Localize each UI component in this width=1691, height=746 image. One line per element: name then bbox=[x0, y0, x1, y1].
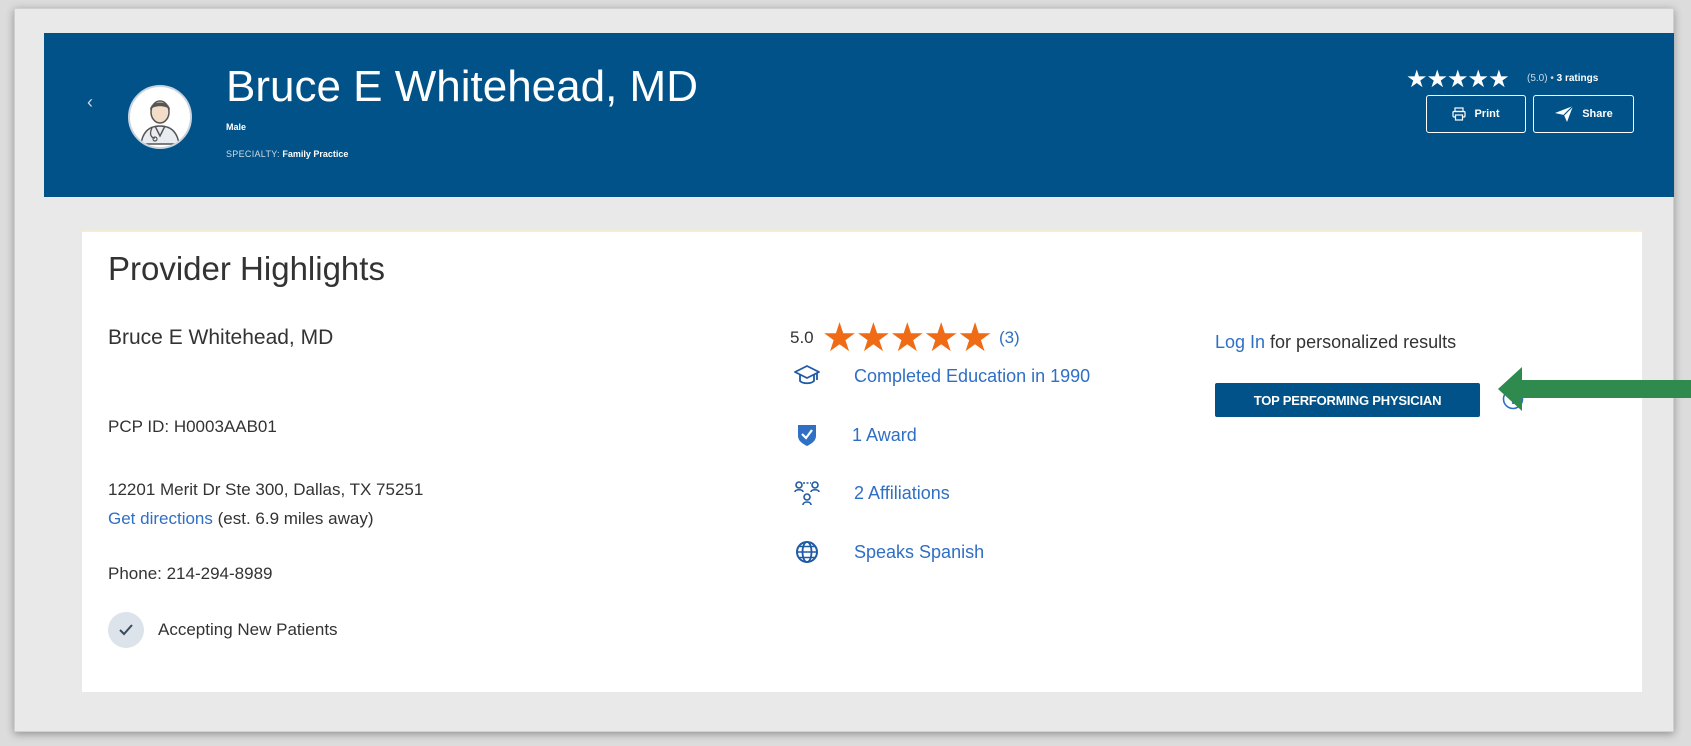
header-rating-summary: (5.0) • 3 ratings bbox=[1527, 73, 1598, 84]
pcp-id: PCP ID: H0003AAB01 bbox=[108, 417, 277, 436]
send-icon bbox=[1555, 105, 1574, 122]
provider-gender: Male bbox=[226, 122, 247, 132]
provider-avatar bbox=[128, 85, 192, 149]
login-prompt-text: for personalized results bbox=[1265, 332, 1457, 352]
provider-name-heading: Bruce E Whitehead, MD bbox=[226, 62, 698, 111]
rating-score: 5.0 bbox=[790, 328, 814, 347]
highlight-award: 1 Award bbox=[790, 418, 917, 452]
printer-icon bbox=[1452, 107, 1467, 121]
get-directions-link[interactable]: Get directions bbox=[108, 509, 213, 528]
header-rating-value: (5.0) • bbox=[1527, 73, 1554, 84]
rating-row: 5.0 ★★★★★ (3) bbox=[790, 318, 1020, 358]
check-circle-icon bbox=[108, 612, 144, 648]
doctor-name: Bruce E Whitehead, MD bbox=[108, 326, 334, 349]
education-text[interactable]: Completed Education in 1990 bbox=[854, 366, 1090, 387]
highlight-education: Completed Education in 1990 bbox=[790, 359, 1090, 393]
language-text[interactable]: Speaks Spanish bbox=[854, 542, 984, 563]
specialty-value: Family Practice bbox=[282, 149, 349, 159]
affiliations-text[interactable]: 2 Affiliations bbox=[854, 483, 950, 504]
affiliations-icon bbox=[790, 476, 824, 510]
award-shield-icon bbox=[790, 418, 824, 452]
print-button[interactable]: Print bbox=[1426, 95, 1526, 133]
office-address: 12201 Merit Dr Ste 300, Dallas, TX 75251 bbox=[108, 480, 424, 499]
card-title: Provider Highlights bbox=[108, 250, 385, 287]
print-label: Print bbox=[1474, 108, 1500, 120]
header-rating-count[interactable]: 3 ratings bbox=[1557, 73, 1599, 84]
award-text[interactable]: 1 Award bbox=[852, 425, 917, 446]
top-performing-badge: TOP PERFORMING PHYSICIAN bbox=[1215, 383, 1480, 417]
login-prompt: Log In for personalized results bbox=[1215, 332, 1456, 353]
rating-stars: ★★★★★ bbox=[821, 316, 993, 360]
distance-text: (est. 6.9 miles away) bbox=[217, 509, 374, 528]
accepting-label: Accepting New Patients bbox=[158, 620, 338, 639]
provider-highlights-card: Provider Highlights Bruce E Whitehead, M… bbox=[82, 230, 1642, 692]
directions-line: Get directions (est. 6.9 miles away) bbox=[108, 509, 374, 529]
provider-specialty: SPECIALTY: Family Practice bbox=[226, 149, 348, 159]
graduation-cap-icon bbox=[790, 359, 824, 393]
rating-count-link[interactable]: (3) bbox=[999, 328, 1020, 348]
green-arrow-annotation bbox=[1498, 367, 1691, 411]
share-button[interactable]: Share bbox=[1533, 95, 1634, 133]
share-label: Share bbox=[1582, 108, 1613, 120]
header-rating-stars: ★★★★★ bbox=[1406, 66, 1510, 93]
highlight-affiliations: 2 Affiliations bbox=[790, 476, 950, 510]
back-button[interactable]: ‹ bbox=[87, 93, 93, 111]
specialty-label: SPECIALTY: bbox=[226, 149, 280, 159]
highlight-language: Speaks Spanish bbox=[790, 535, 984, 569]
log-in-link[interactable]: Log In bbox=[1215, 332, 1265, 352]
accepting-status: Accepting New Patients bbox=[108, 612, 338, 648]
globe-icon bbox=[790, 535, 824, 569]
phone-number: Phone: 214-294-8989 bbox=[108, 564, 273, 583]
doctor-avatar-icon bbox=[132, 89, 188, 145]
provider-header: ‹ Bruce E Whitehead, MD Male SPECIALTY: … bbox=[44, 33, 1674, 197]
